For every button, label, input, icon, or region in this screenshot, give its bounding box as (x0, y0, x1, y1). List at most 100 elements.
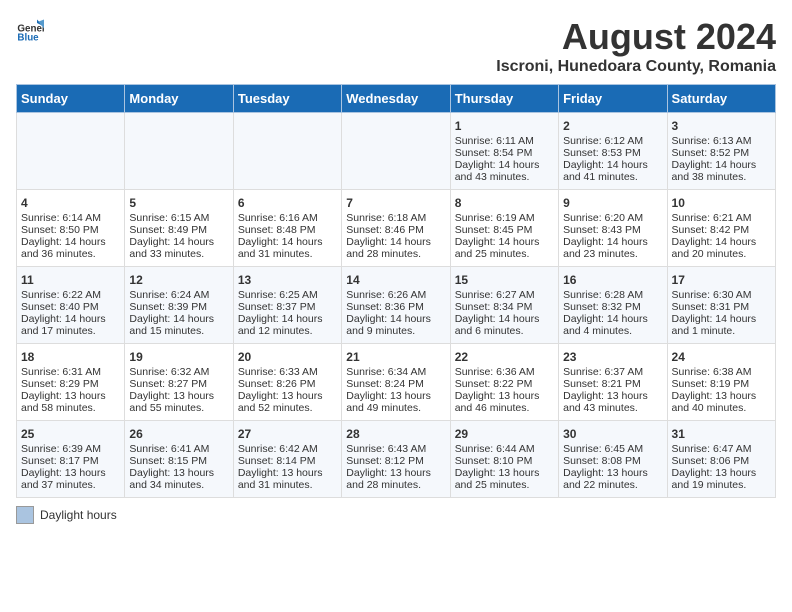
calendar-cell: 16Sunrise: 6:28 AMSunset: 8:32 PMDayligh… (559, 267, 667, 344)
day-info: Sunrise: 6:33 AM (238, 366, 337, 378)
day-number: 25 (21, 427, 120, 441)
calendar-week-row: 18Sunrise: 6:31 AMSunset: 8:29 PMDayligh… (17, 344, 776, 421)
day-info: Sunrise: 6:34 AM (346, 366, 445, 378)
day-info: Sunset: 8:29 PM (21, 378, 120, 390)
day-info: Sunset: 8:12 PM (346, 455, 445, 467)
logo-icon: General Blue (16, 16, 44, 44)
day-info: Sunrise: 6:13 AM (672, 135, 771, 147)
day-info: Sunrise: 6:26 AM (346, 289, 445, 301)
legend-color-box (16, 506, 34, 524)
day-info: Sunset: 8:52 PM (672, 147, 771, 159)
day-number: 26 (129, 427, 228, 441)
column-header-sunday: Sunday (17, 85, 125, 113)
location-subtitle: Iscroni, Hunedoara County, Romania (496, 58, 776, 76)
day-info: Daylight: 14 hours and 6 minutes. (455, 313, 554, 337)
day-info: Sunset: 8:46 PM (346, 224, 445, 236)
day-info: Sunrise: 6:38 AM (672, 366, 771, 378)
day-info: Sunrise: 6:21 AM (672, 212, 771, 224)
day-info: Sunrise: 6:28 AM (563, 289, 662, 301)
day-info: Sunrise: 6:11 AM (455, 135, 554, 147)
column-header-saturday: Saturday (667, 85, 775, 113)
calendar-cell: 3 Sunrise: 6:13 AMSunset: 8:52 PMDaylight… (667, 113, 775, 190)
calendar-cell: 15Sunrise: 6:27 AMSunset: 8:34 PMDayligh… (450, 267, 558, 344)
calendar-cell (17, 113, 125, 190)
day-info: Daylight: 14 hours and 31 minutes. (238, 236, 337, 260)
day-number: 3 (672, 119, 771, 133)
day-number: 22 (455, 350, 554, 364)
day-info: Sunrise: 6:18 AM (346, 212, 445, 224)
calendar-cell: 22Sunrise: 6:36 AMSunset: 8:22 PMDayligh… (450, 344, 558, 421)
calendar-cell: 18Sunrise: 6:31 AMSunset: 8:29 PMDayligh… (17, 344, 125, 421)
day-info: Daylight: 14 hours and 43 minutes. (455, 159, 554, 183)
day-info: Daylight: 14 hours and 38 minutes. (672, 159, 771, 183)
day-number: 31 (672, 427, 771, 441)
day-info: Daylight: 13 hours and 22 minutes. (563, 467, 662, 491)
day-info: Sunset: 8:19 PM (672, 378, 771, 390)
day-info: Sunset: 8:06 PM (672, 455, 771, 467)
day-number: 9 (563, 196, 662, 210)
calendar-cell: 23Sunrise: 6:37 AMSunset: 8:21 PMDayligh… (559, 344, 667, 421)
day-number: 23 (563, 350, 662, 364)
day-info: Sunrise: 6:30 AM (672, 289, 771, 301)
day-info: Daylight: 13 hours and 52 minutes. (238, 390, 337, 414)
day-info: Sunset: 8:26 PM (238, 378, 337, 390)
day-info: Daylight: 13 hours and 34 minutes. (129, 467, 228, 491)
day-info: Daylight: 13 hours and 58 minutes. (21, 390, 120, 414)
calendar-cell: 6Sunrise: 6:16 AMSunset: 8:48 PMDaylight… (233, 190, 341, 267)
calendar-cell: 1Sunrise: 6:11 AMSunset: 8:54 PMDaylight… (450, 113, 558, 190)
column-header-wednesday: Wednesday (342, 85, 450, 113)
calendar-cell: 12Sunrise: 6:24 AMSunset: 8:39 PMDayligh… (125, 267, 233, 344)
day-info: Daylight: 14 hours and 12 minutes. (238, 313, 337, 337)
day-number: 12 (129, 273, 228, 287)
day-info: Sunset: 8:49 PM (129, 224, 228, 236)
day-info: Daylight: 13 hours and 55 minutes. (129, 390, 228, 414)
calendar-cell (342, 113, 450, 190)
day-info: Daylight: 14 hours and 20 minutes. (672, 236, 771, 260)
day-info: Daylight: 13 hours and 37 minutes. (21, 467, 120, 491)
calendar-week-row: 11Sunrise: 6:22 AMSunset: 8:40 PMDayligh… (17, 267, 776, 344)
calendar-cell: 10Sunrise: 6:21 AMSunset: 8:42 PMDayligh… (667, 190, 775, 267)
day-info: Sunset: 8:39 PM (129, 301, 228, 313)
day-info: Sunrise: 6:19 AM (455, 212, 554, 224)
calendar-cell: 26Sunrise: 6:41 AMSunset: 8:15 PMDayligh… (125, 421, 233, 498)
day-info: Sunset: 8:08 PM (563, 455, 662, 467)
day-number: 17 (672, 273, 771, 287)
day-number: 29 (455, 427, 554, 441)
day-info: Sunset: 8:37 PM (238, 301, 337, 313)
month-year-title: August 2024 (496, 16, 776, 58)
day-number: 11 (21, 273, 120, 287)
day-info: Sunset: 8:36 PM (346, 301, 445, 313)
day-number: 30 (563, 427, 662, 441)
calendar-cell: 2Sunrise: 6:12 AMSunset: 8:53 PMDaylight… (559, 113, 667, 190)
day-info: Sunrise: 6:36 AM (455, 366, 554, 378)
day-info: Sunrise: 6:37 AM (563, 366, 662, 378)
day-info: Sunrise: 6:14 AM (21, 212, 120, 224)
day-info: Sunset: 8:42 PM (672, 224, 771, 236)
day-number: 5 (129, 196, 228, 210)
day-info: Sunset: 8:50 PM (21, 224, 120, 236)
day-info: Sunrise: 6:45 AM (563, 443, 662, 455)
day-info: Daylight: 14 hours and 1 minute. (672, 313, 771, 337)
calendar-cell: 8Sunrise: 6:19 AMSunset: 8:45 PMDaylight… (450, 190, 558, 267)
day-info: Daylight: 13 hours and 40 minutes. (672, 390, 771, 414)
day-info: Daylight: 13 hours and 25 minutes. (455, 467, 554, 491)
calendar-cell: 5Sunrise: 6:15 AMSunset: 8:49 PMDaylight… (125, 190, 233, 267)
calendar-cell: 21Sunrise: 6:34 AMSunset: 8:24 PMDayligh… (342, 344, 450, 421)
day-info: Sunset: 8:34 PM (455, 301, 554, 313)
day-info: Sunrise: 6:24 AM (129, 289, 228, 301)
calendar-table: SundayMondayTuesdayWednesdayThursdayFrid… (16, 84, 776, 498)
calendar-week-row: 25Sunrise: 6:39 AMSunset: 8:17 PMDayligh… (17, 421, 776, 498)
logo: General Blue (16, 16, 44, 44)
day-info: Sunrise: 6:27 AM (455, 289, 554, 301)
day-info: Sunset: 8:45 PM (455, 224, 554, 236)
calendar-cell: 14Sunrise: 6:26 AMSunset: 8:36 PMDayligh… (342, 267, 450, 344)
day-info: Daylight: 14 hours and 33 minutes. (129, 236, 228, 260)
day-info: Sunrise: 6:44 AM (455, 443, 554, 455)
day-info: Daylight: 14 hours and 9 minutes. (346, 313, 445, 337)
day-info: Sunrise: 6:41 AM (129, 443, 228, 455)
day-info: Daylight: 14 hours and 41 minutes. (563, 159, 662, 183)
calendar-cell: 31Sunrise: 6:47 AMSunset: 8:06 PMDayligh… (667, 421, 775, 498)
day-info: Daylight: 14 hours and 25 minutes. (455, 236, 554, 260)
day-info: Sunset: 8:31 PM (672, 301, 771, 313)
day-info: Daylight: 13 hours and 31 minutes. (238, 467, 337, 491)
